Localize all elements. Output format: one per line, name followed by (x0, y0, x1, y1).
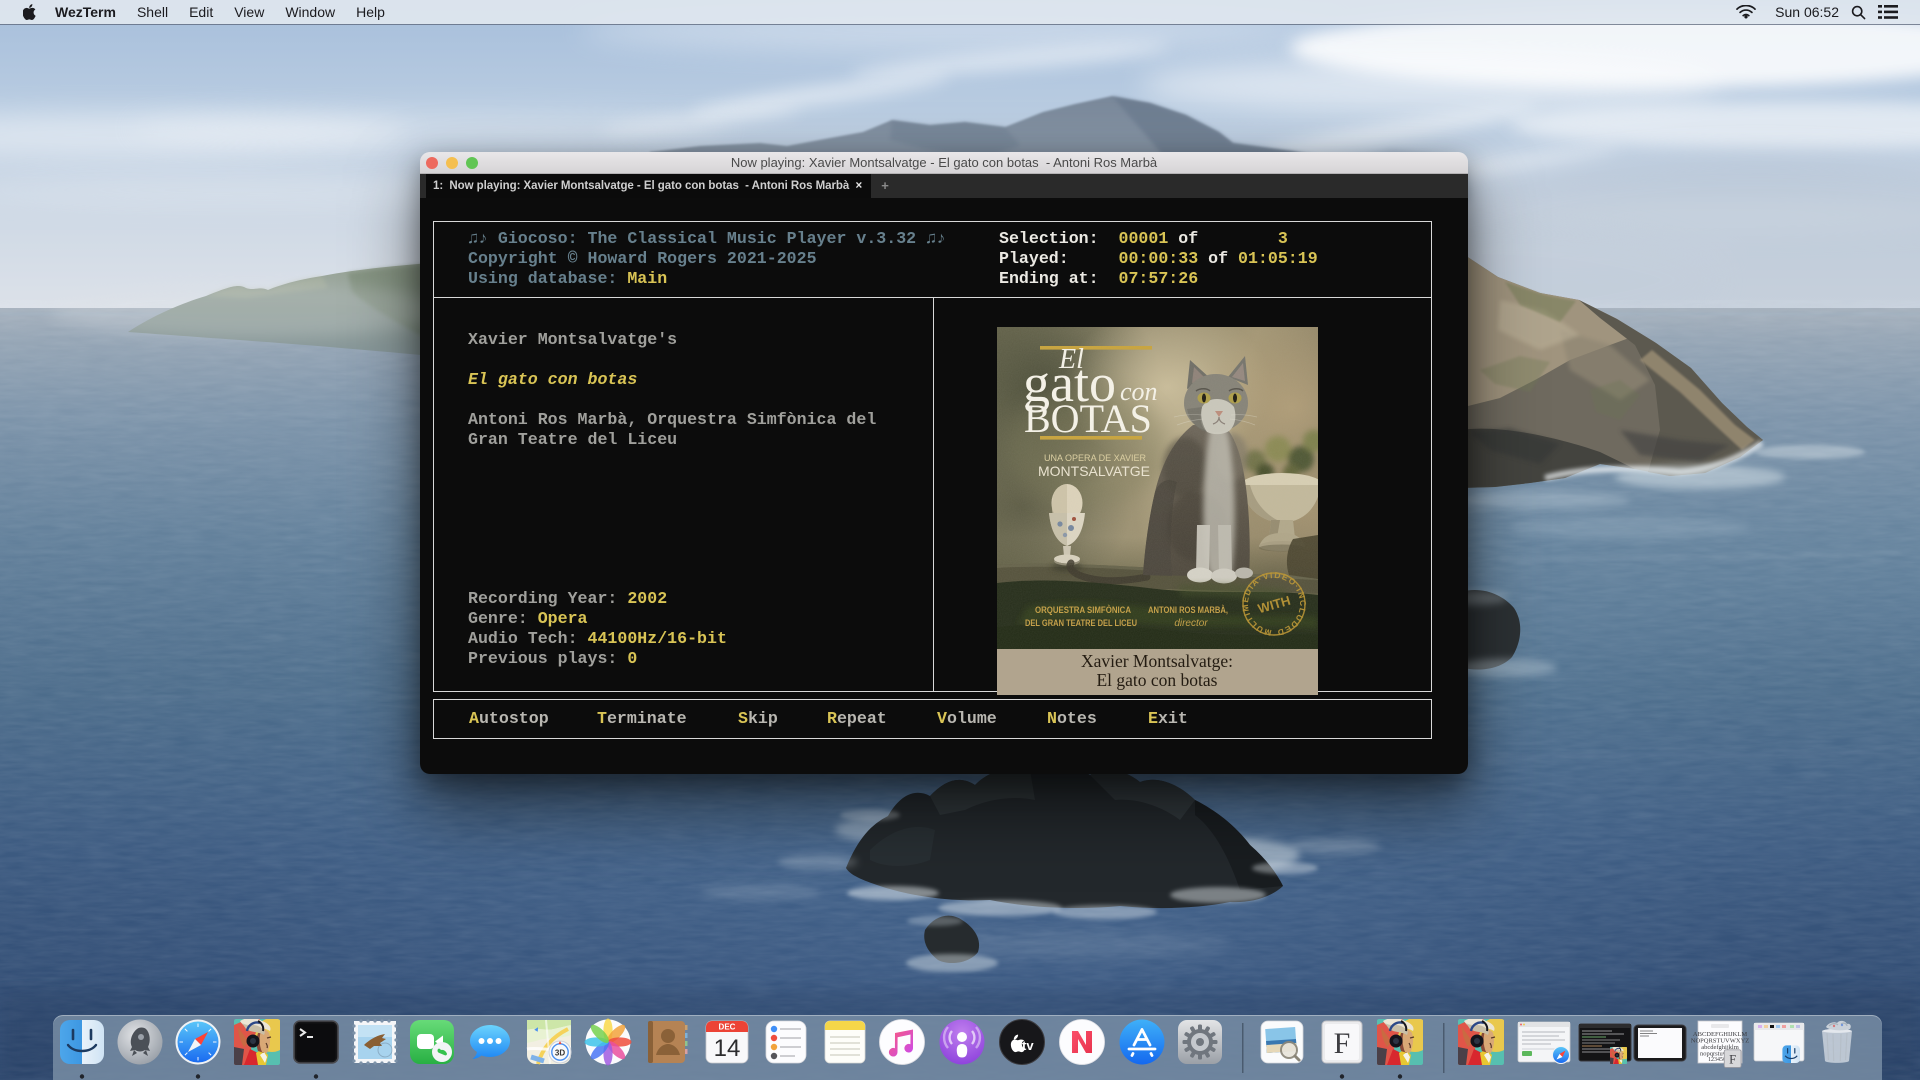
svg-text:F: F (1729, 1052, 1736, 1066)
svg-text:El gato con botas: El gato con botas (1096, 670, 1217, 690)
svg-text:F: F (1334, 1027, 1351, 1060)
svg-text:14: 14 (714, 1035, 741, 1062)
svg-text:tv: tv (1022, 1038, 1034, 1053)
svg-text:Xavier Montsalvatge:: Xavier Montsalvatge: (1081, 651, 1233, 671)
svg-text:3D: 3D (555, 1049, 565, 1058)
svg-text:DEC: DEC (719, 1023, 736, 1032)
